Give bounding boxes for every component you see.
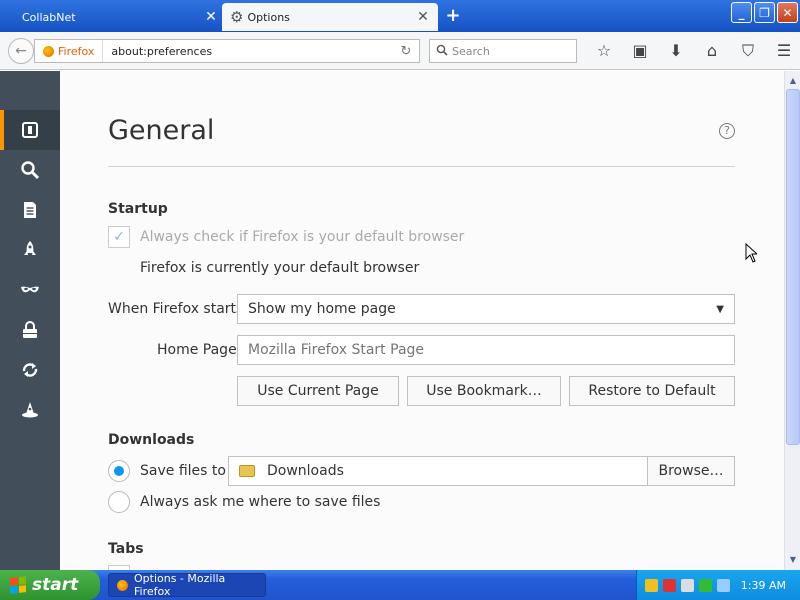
new-tab-button[interactable]: + xyxy=(444,5,462,26)
sync-icon xyxy=(22,363,38,377)
chevron-down-icon: ▼ xyxy=(716,303,724,315)
wizard-hat-icon xyxy=(22,402,38,418)
downloads-icon[interactable]: ⬇ xyxy=(658,41,694,61)
tab-options[interactable]: ⚙ Options ✕ xyxy=(222,3,438,31)
clock[interactable]: 1:39 AM xyxy=(741,579,786,592)
restore-default-button[interactable]: Restore to Default xyxy=(569,376,735,406)
search-icon xyxy=(430,44,452,59)
start-label: start xyxy=(32,575,79,595)
url-bar[interactable]: Firefox about:preferences ↻ xyxy=(34,39,420,63)
save-files-label: Save files to xyxy=(140,463,226,479)
general-icon xyxy=(22,122,38,138)
start-button[interactable]: start xyxy=(0,570,100,600)
startup-dropdown[interactable]: Show my home page ▼ xyxy=(237,294,735,324)
maximize-button[interactable]: ❐ xyxy=(754,2,775,23)
always-ask-label: Always ask me where to save files xyxy=(140,494,381,510)
security-shield-icon[interactable] xyxy=(663,578,676,592)
download-folder-field: Downloads xyxy=(228,456,648,486)
taskbar-window-label: Options - Mozilla Firefox xyxy=(133,572,226,598)
rocket-icon xyxy=(24,241,36,255)
category-applications[interactable] xyxy=(0,230,60,270)
search-icon xyxy=(21,161,40,180)
mouse-cursor-icon xyxy=(745,243,757,263)
taskbar: start Options - Mozilla Firefox 1:39 AM xyxy=(0,570,800,600)
windows-logo-icon xyxy=(10,576,26,594)
window-controls: _ ❐ ✕ xyxy=(731,2,798,23)
gear-icon: ⚙ xyxy=(230,8,244,26)
header-divider xyxy=(108,166,735,167)
close-window-button[interactable]: ✕ xyxy=(777,2,798,23)
download-folder-name: Downloads xyxy=(267,463,344,479)
search-input[interactable]: Search xyxy=(429,39,577,63)
identity-label: Firefox xyxy=(58,44,95,58)
update-icon[interactable] xyxy=(699,578,712,592)
system-tray: 1:39 AM xyxy=(636,570,800,600)
navigation-toolbar: ← Firefox about:preferences ↻ Search ☆ ▣… xyxy=(0,32,800,70)
category-privacy[interactable] xyxy=(0,270,60,310)
bookmarks-menu-icon[interactable]: ▣ xyxy=(622,41,658,61)
page-title: General xyxy=(108,115,215,146)
browse-button[interactable]: Browse… xyxy=(647,456,735,486)
use-current-page-button[interactable]: Use Current Page xyxy=(237,376,399,406)
back-button[interactable]: ← xyxy=(8,38,34,64)
toolbar-buttons: ☆ ▣ ⬇ ⌂ ⛉ ☰ xyxy=(586,41,800,61)
tabs-heading: Tabs xyxy=(108,541,144,557)
pocket-icon[interactable]: ⛉ xyxy=(730,41,766,61)
close-tab-icon[interactable]: ✕ xyxy=(204,9,218,25)
category-content[interactable] xyxy=(0,190,60,230)
scrollbar-thumb[interactable] xyxy=(786,89,800,445)
lock-icon xyxy=(23,321,37,338)
startup-heading: Startup xyxy=(108,201,168,217)
connection-icon[interactable] xyxy=(717,578,730,592)
save-files-radio[interactable] xyxy=(108,460,130,482)
category-advanced[interactable] xyxy=(0,390,60,430)
taskbar-window-item[interactable]: Options - Mozilla Firefox xyxy=(108,572,266,598)
category-search[interactable] xyxy=(0,150,60,190)
network-icon[interactable] xyxy=(645,578,658,592)
tab-label: Options xyxy=(247,10,290,24)
home-icon[interactable]: ⌂ xyxy=(694,41,730,61)
use-bookmark-button[interactable]: Use Bookmark… xyxy=(407,376,561,406)
hamburger-menu-icon[interactable]: ☰ xyxy=(766,41,800,61)
help-icon[interactable]: ? xyxy=(719,123,735,139)
folder-icon xyxy=(239,465,255,477)
tab-strip: CollabNet ✕ ⚙ Options ✕ + _ ❐ ✕ xyxy=(0,0,800,32)
mask-icon xyxy=(21,286,39,293)
default-browser-status: Firefox is currently your default browse… xyxy=(140,260,420,276)
category-general[interactable] xyxy=(0,110,60,150)
minimize-button[interactable]: _ xyxy=(731,2,752,23)
reload-icon[interactable]: ↻ xyxy=(393,44,419,59)
volume-icon[interactable] xyxy=(681,578,694,592)
scroll-up-icon[interactable]: ▲ xyxy=(785,73,800,89)
startup-dropdown-value: Show my home page xyxy=(248,301,396,317)
home-page-label: Home Page: xyxy=(157,342,242,358)
default-browser-check-label: Always check if Firefox is your default … xyxy=(140,229,465,245)
downloads-heading: Downloads xyxy=(108,432,195,448)
content-icon xyxy=(24,202,36,218)
back-arrow-icon: ← xyxy=(15,43,27,59)
preferences-sidebar xyxy=(0,71,60,570)
always-ask-radio[interactable] xyxy=(108,491,130,513)
search-placeholder: Search xyxy=(452,44,490,58)
home-page-input[interactable] xyxy=(237,335,735,365)
when-starts-label: When Firefox starts: xyxy=(108,301,249,317)
firefox-icon xyxy=(43,45,54,57)
vertical-scrollbar[interactable]: ▲ ▼ xyxy=(784,71,800,570)
category-security[interactable] xyxy=(0,310,60,350)
firefox-icon xyxy=(117,579,128,591)
identity-box[interactable]: Firefox xyxy=(35,40,104,62)
bookmark-star-icon[interactable]: ☆ xyxy=(586,41,622,61)
scroll-down-icon[interactable]: ▼ xyxy=(785,552,800,568)
tab-collabnet[interactable]: CollabNet ✕ xyxy=(0,3,226,31)
preferences-pane: General ? Startup ✓ Always check if Fire… xyxy=(60,71,784,570)
url-text[interactable]: about:preferences xyxy=(103,45,393,58)
close-tab-icon[interactable]: ✕ xyxy=(416,9,430,25)
default-browser-checkbox[interactable]: ✓ xyxy=(108,226,130,248)
tab-label: CollabNet xyxy=(22,10,76,24)
category-sync[interactable] xyxy=(0,350,60,390)
